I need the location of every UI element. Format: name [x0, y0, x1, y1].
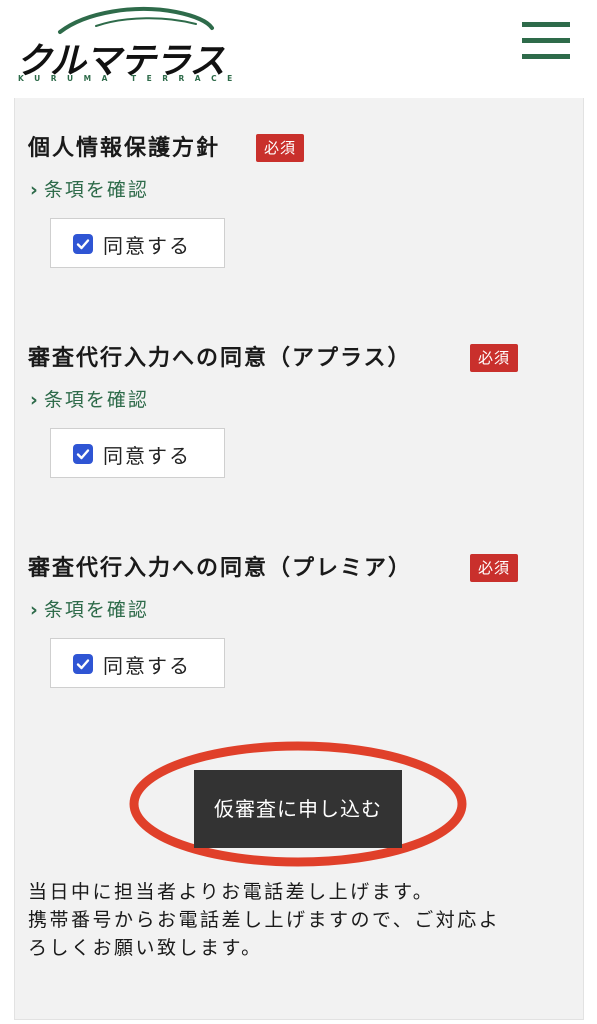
terms-link[interactable]: › 条項を確認 [30, 595, 149, 622]
apply-prescreen-button[interactable]: 仮審査に申し込む [194, 770, 402, 848]
checkbox-checked-icon[interactable] [73, 234, 93, 254]
site-logo[interactable]: クルマテラス KURUMA TERRACE [16, 6, 232, 86]
agree-checkbox[interactable]: 同意する [50, 638, 225, 688]
terms-link-label: 条項を確認 [43, 389, 149, 411]
checkbox-label: 同意する [103, 654, 191, 678]
note-line: 当日中に担当者よりお電話差し上げます。 [28, 881, 435, 903]
agree-checkbox[interactable]: 同意する [50, 218, 225, 268]
checkbox-label: 同意する [103, 234, 191, 258]
chevron-right-icon: › [30, 179, 40, 201]
site-header: クルマテラス KURUMA TERRACE [0, 0, 597, 98]
note-line: 携帯番号からお電話差し上げますので、ご対応よ [28, 909, 501, 931]
required-badge: 必須 [470, 554, 519, 582]
terms-link-label: 条項を確認 [43, 599, 149, 621]
section-title: 個人情報保護方針 [28, 136, 221, 161]
required-badge: 必須 [256, 134, 305, 162]
required-badge: 必須 [470, 344, 519, 372]
agree-checkbox[interactable]: 同意する [50, 428, 225, 478]
contact-note: 当日中に担当者よりお電話差し上げます。 携帯番号からお電話差し上げますので、ご対… [28, 878, 576, 962]
hamburger-menu-icon[interactable] [522, 22, 570, 62]
section-title: 審査代行入力への同意（プレミア） [28, 556, 413, 581]
chevron-right-icon: › [30, 599, 40, 621]
terms-link[interactable]: › 条項を確認 [30, 175, 149, 202]
checkbox-label: 同意する [103, 444, 191, 468]
logo-subtext: KURUMA TERRACE [18, 74, 243, 83]
terms-link[interactable]: › 条項を確認 [30, 385, 149, 412]
note-line: ろしくお願い致します。 [28, 937, 263, 959]
checkbox-checked-icon[interactable] [73, 444, 93, 464]
checkbox-checked-icon[interactable] [73, 654, 93, 674]
terms-link-label: 条項を確認 [43, 179, 149, 201]
section-title: 審査代行入力への同意（アプラス） [28, 346, 412, 371]
chevron-right-icon: › [30, 389, 40, 411]
